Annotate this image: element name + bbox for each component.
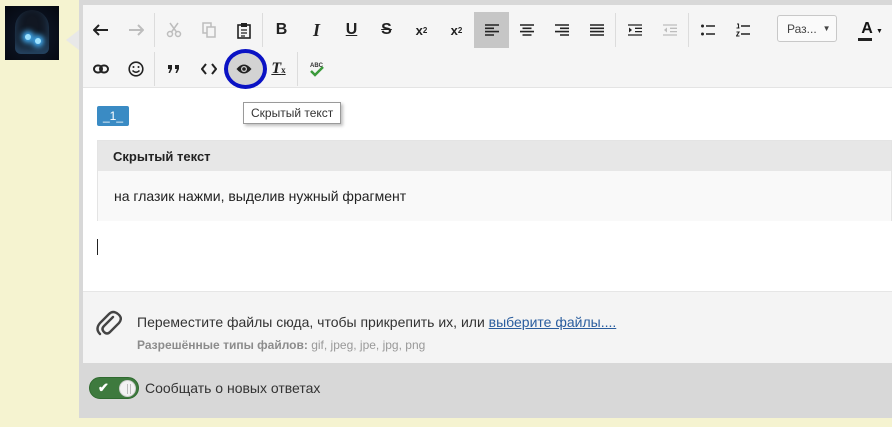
redo-button[interactable] — [118, 12, 153, 48]
toolbar-row-1: B I U S x2 x2 — [83, 12, 760, 48]
font-color-button[interactable]: A ▼ — [849, 15, 885, 43]
avatar-hood — [15, 10, 49, 54]
color-swatch — [858, 38, 872, 41]
numbered-list-button[interactable] — [725, 12, 760, 48]
underline-button[interactable]: U — [334, 12, 369, 48]
choose-files-link[interactable]: выберите файлы.... — [489, 314, 617, 330]
subscript-mark: 2 — [457, 25, 463, 35]
allowed-file-types: Разрешённые типы файлов: gif, jpeg, jpe,… — [137, 338, 425, 352]
font-size-select[interactable]: Раз... ▼ — [777, 15, 837, 42]
bullet-list-button[interactable] — [690, 12, 725, 48]
attachment-hint: Переместите файлы сюда, чтобы прикрепить… — [137, 314, 616, 330]
spellcheck-icon: ABC — [310, 63, 324, 77]
subscript-button[interactable]: x2 — [439, 12, 474, 48]
redo-icon — [128, 24, 144, 36]
cut-button[interactable] — [156, 12, 191, 48]
editor-toolbar: B I U S x2 x2 Раз... ▼ A ▼ Tx ABC — [83, 5, 892, 89]
toolbar-separator — [615, 13, 616, 47]
strike-button[interactable]: S — [369, 12, 404, 48]
chevron-down-icon: ▼ — [822, 24, 831, 33]
align-left-icon — [484, 24, 499, 36]
align-justify-button[interactable] — [579, 12, 614, 48]
avatar-glow — [35, 38, 41, 44]
toolbar-separator — [688, 13, 689, 47]
toolbar-separator — [154, 13, 155, 47]
remove-format-icon: Tx — [271, 60, 285, 78]
attachment-dropzone[interactable]: Переместите файлы сюда, чтобы прикрепить… — [83, 291, 892, 363]
align-right-button[interactable] — [544, 12, 579, 48]
attachment-hint-text: Переместите файлы сюда, чтобы прикрепить… — [137, 314, 489, 330]
hidden-text-block: Скрытый текст на глазик нажми, выделив н… — [97, 140, 892, 221]
superscript-mark: 2 — [422, 25, 428, 35]
indent-button[interactable] — [617, 12, 652, 48]
copy-button[interactable] — [191, 12, 226, 48]
toolbar-separator — [154, 52, 155, 86]
hidden-text-content[interactable]: на глазик нажми, выделив нужный фрагмент — [98, 171, 891, 221]
eye-icon — [236, 64, 251, 74]
notify-option: ✔ Сообщать о новых ответах — [89, 377, 320, 399]
copy-icon — [201, 22, 216, 38]
reply-panel: B I U S x2 x2 Раз... ▼ A ▼ Tx ABC _1_ Ск… — [79, 0, 892, 418]
toolbar-separator — [297, 52, 298, 86]
hide-text-button[interactable] — [226, 51, 261, 87]
font-color-label: A — [861, 20, 873, 37]
superscript-base: x — [415, 22, 423, 38]
allowed-types-label: Разрешённые типы файлов: — [137, 338, 308, 352]
italic-button[interactable]: I — [299, 12, 334, 48]
notify-label: Сообщать о новых ответах — [145, 380, 321, 396]
outdent-icon — [662, 24, 677, 36]
link-button[interactable] — [83, 51, 118, 87]
check-icon: ✔ — [98, 380, 109, 395]
outdent-button[interactable] — [652, 12, 687, 48]
panel-notch — [66, 30, 79, 50]
remove-format-button[interactable]: Tx — [261, 51, 296, 87]
notify-toggle[interactable]: ✔ — [89, 377, 139, 399]
bullet-list-icon — [700, 24, 715, 36]
quote-icon — [167, 65, 179, 73]
undo-icon — [92, 24, 108, 36]
align-right-icon — [554, 24, 569, 36]
code-icon — [200, 63, 217, 75]
tooltip: Скрытый текст — [243, 102, 342, 124]
hidden-text-title: Скрытый текст — [98, 141, 891, 171]
toggle-knob — [119, 380, 136, 397]
allowed-types-list: gif, jpeg, jpe, jpg, png — [307, 338, 426, 352]
indent-icon — [627, 24, 642, 36]
superscript-button[interactable]: x2 — [404, 12, 439, 48]
quote-button[interactable] — [156, 51, 191, 87]
toolbar-row-2: Tx ABC — [83, 51, 334, 87]
avatar-glow — [25, 34, 31, 40]
undo-button[interactable] — [83, 12, 118, 48]
font-size-value: Раз... — [787, 21, 817, 36]
cut-icon — [166, 22, 181, 38]
subscript-base: x — [450, 22, 458, 38]
bbcode-tag[interactable]: _1_ — [97, 106, 130, 126]
align-left-button[interactable] — [474, 12, 509, 48]
remove-format-mark: x — [281, 65, 286, 75]
numbered-list-icon — [735, 23, 750, 37]
text-cursor — [97, 239, 98, 255]
paste-icon — [236, 22, 251, 39]
link-icon — [92, 64, 109, 74]
spellcheck-button[interactable]: ABC — [299, 51, 334, 87]
align-center-icon — [519, 24, 534, 36]
smilie-button[interactable] — [118, 51, 153, 87]
avatar[interactable] — [5, 6, 59, 60]
paste-button[interactable] — [226, 12, 261, 48]
paperclip-icon — [96, 310, 122, 336]
smilie-icon — [127, 61, 144, 77]
align-center-button[interactable] — [509, 12, 544, 48]
bold-button[interactable]: B — [264, 12, 299, 48]
remove-format-base: T — [271, 60, 282, 77]
align-justify-icon — [589, 24, 604, 36]
code-button[interactable] — [191, 51, 226, 87]
editor: B I U S x2 x2 Раз... ▼ A ▼ Tx ABC _1_ Ск… — [83, 5, 892, 363]
chevron-down-icon: ▼ — [876, 28, 883, 35]
toolbar-separator — [262, 13, 263, 47]
